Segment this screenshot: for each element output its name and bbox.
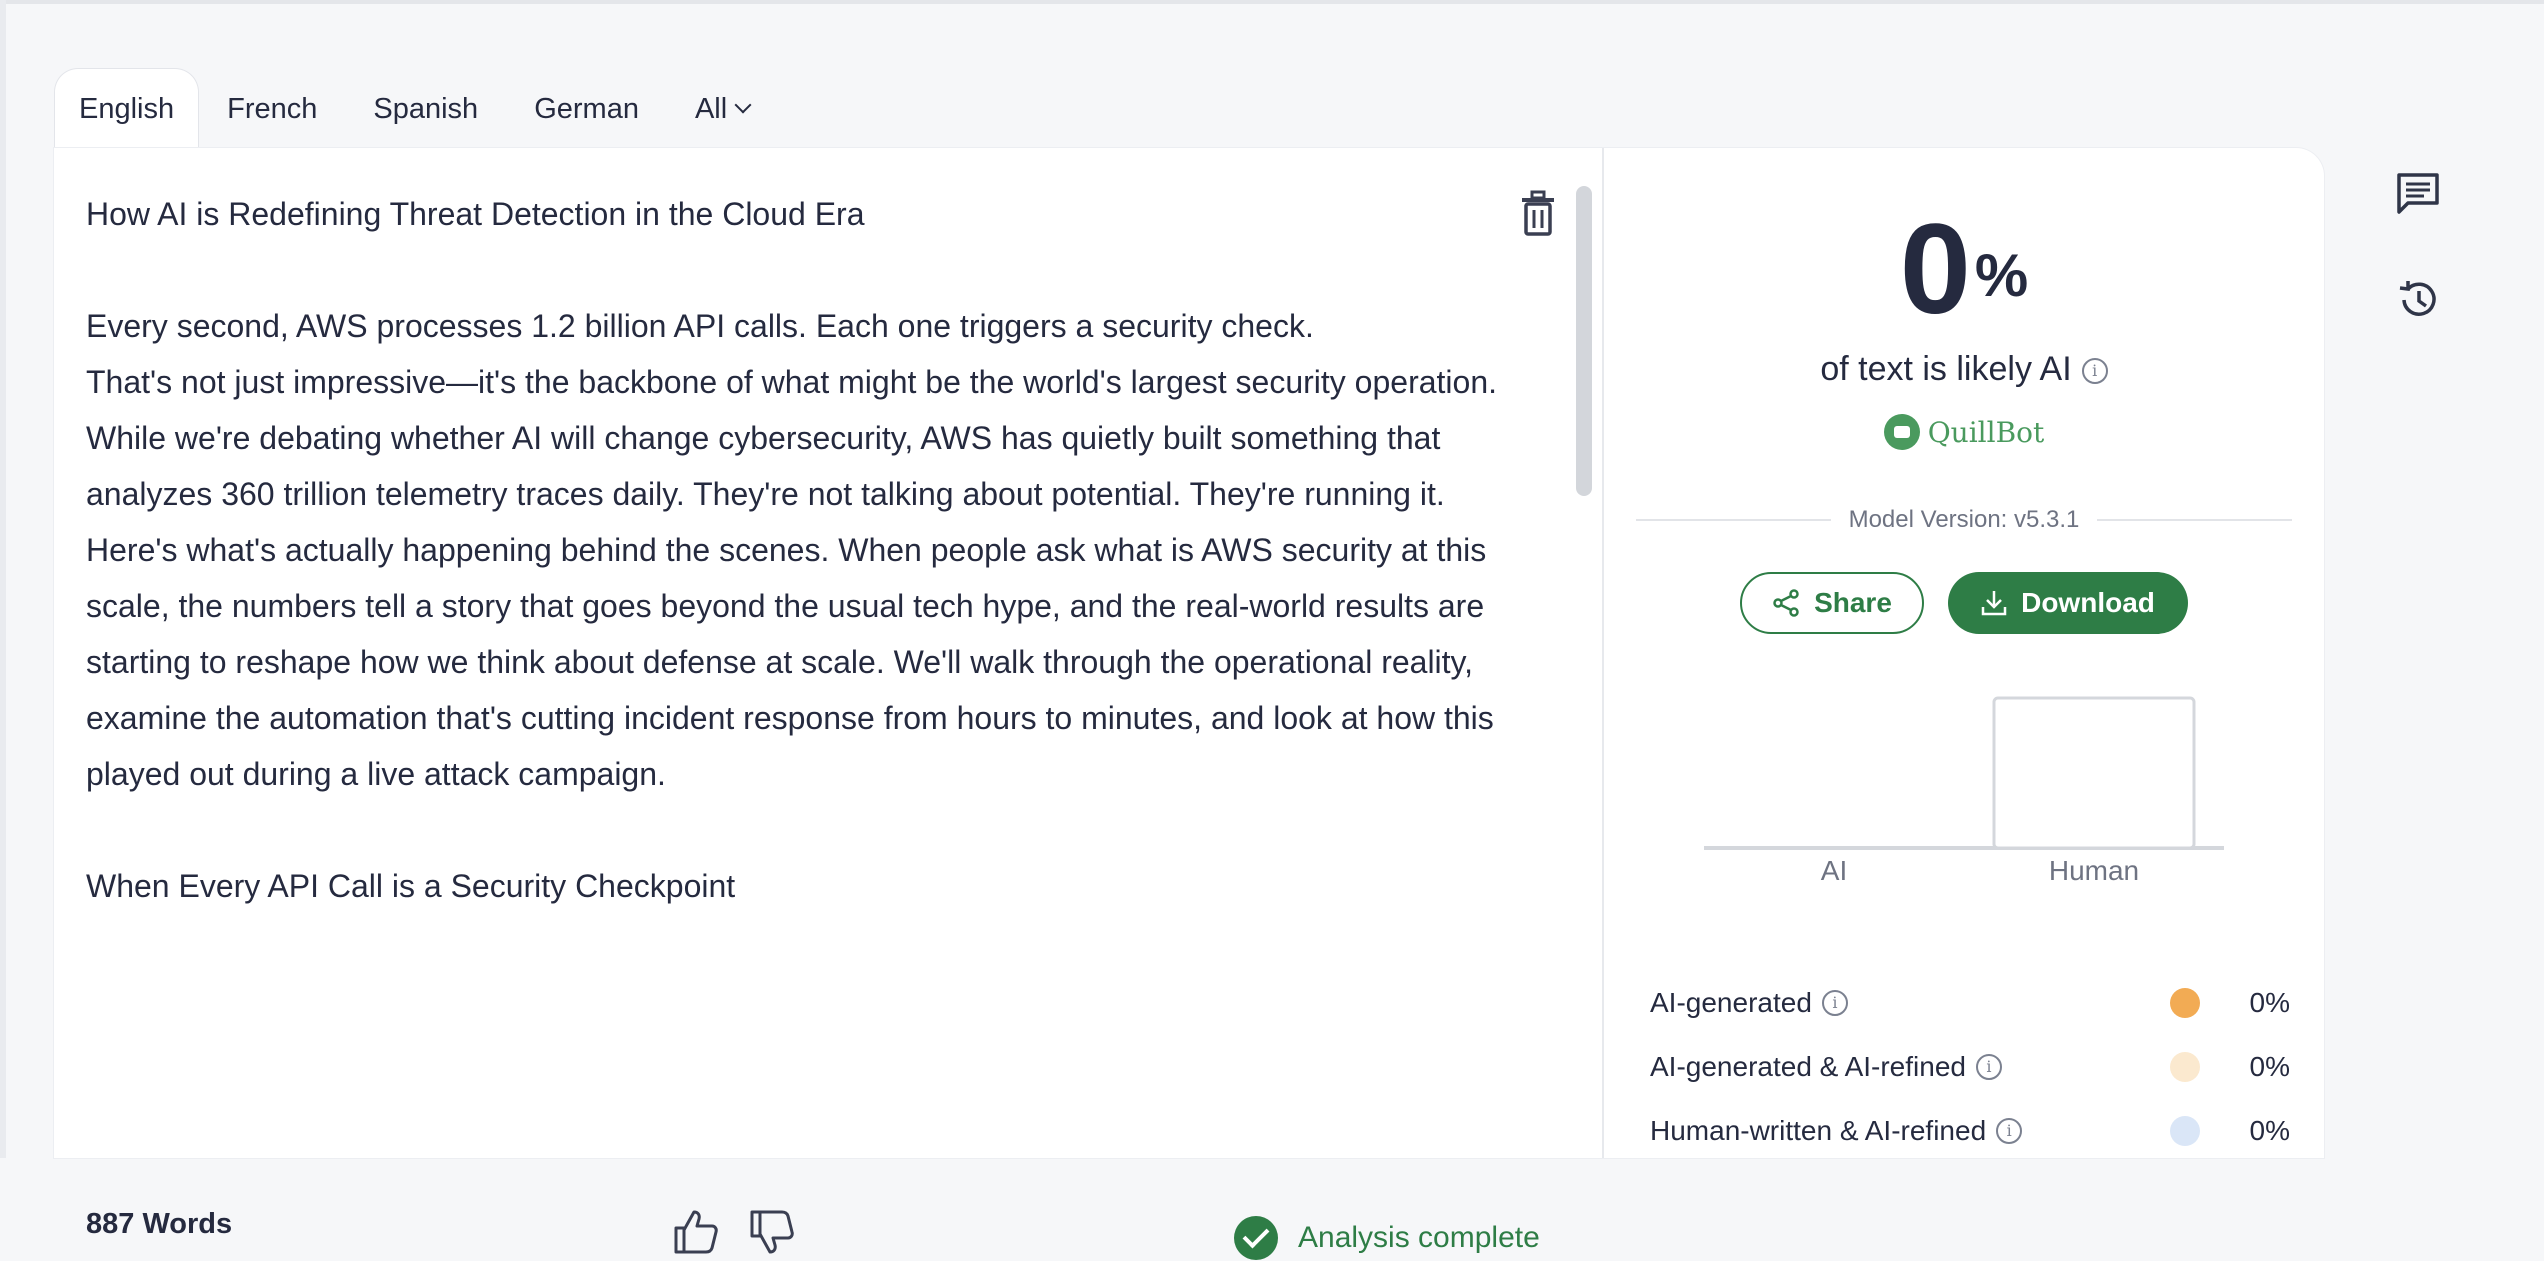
percent-value: 0 [1899, 198, 1971, 341]
info-icon[interactable]: i [1821, 990, 1848, 1016]
legend-label-wrap: AI-generated & AI-refined i [1650, 1051, 2170, 1083]
paragraph: How AI is Redefining Threat Detection in… [86, 196, 865, 232]
word-count: 887 Words [86, 1208, 233, 1240]
model-version: Model Version: v5.3.1 [1636, 506, 2292, 534]
legend-dot [2170, 988, 2200, 1018]
tab-all-dropdown[interactable]: All [667, 68, 777, 150]
legend-dot [2170, 1116, 2200, 1146]
share-icon [1773, 589, 1799, 617]
paragraph: Here's what's actually happening behind … [86, 532, 1494, 792]
legend-value: 0% [2249, 1115, 2290, 1146]
bar-human [1992, 696, 2196, 850]
paragraph: Every second, AWS processes 1.2 billion … [86, 308, 1314, 344]
analysis-status: Analysis complete [1234, 1216, 1540, 1260]
result-subtitle: of text is likely AI i [1604, 350, 2324, 389]
legend-dot [2170, 1052, 2200, 1082]
comment-icon[interactable] [2396, 172, 2440, 221]
trash-icon[interactable] [1516, 190, 1560, 238]
tab-label: English [79, 93, 175, 125]
share-button[interactable]: Share [1740, 572, 1924, 634]
ai-percentage: 0% [1604, 206, 2324, 334]
legend-label: Human-written & AI-refined [1650, 1115, 1987, 1146]
model-version-text: Model Version: v5.3.1 [1848, 506, 2080, 533]
tab-spanish[interactable]: Spanish [345, 68, 506, 150]
tab-label: All [694, 92, 728, 125]
info-icon[interactable]: i [1975, 1054, 2002, 1080]
percent-sign: % [1974, 242, 2029, 309]
paragraph: That's not just impressive—it's the back… [86, 364, 1497, 512]
thumbs-down-icon[interactable] [748, 1208, 796, 1256]
download-label: Download [2021, 587, 2155, 618]
info-icon[interactable]: i [2081, 358, 2108, 385]
detector-card: How AI is Redefining Threat Detection in… [54, 148, 2324, 1260]
legend-label-wrap: Human-written & AI-refined i [1650, 1115, 2170, 1147]
divider-line [1636, 519, 1831, 521]
results-pane: 0% of text is likely AI i QuillBot Model … [1604, 148, 2324, 1158]
editor-scrollbar[interactable] [1576, 186, 1592, 496]
tab-french[interactable]: French [199, 68, 345, 150]
quillbot-bot-icon [1883, 414, 1920, 450]
tick-label-human: Human [2049, 855, 2139, 886]
tick-label-ai: AI [1821, 855, 1847, 886]
check-circle-icon [1234, 1216, 1278, 1260]
chevron-down-icon [734, 96, 752, 114]
tab-german[interactable]: German [506, 68, 667, 150]
legend-label-wrap: AI-generated i [1650, 987, 2170, 1019]
top-border [0, 0, 2544, 4]
thumbs-up-icon[interactable] [672, 1208, 720, 1256]
history-icon[interactable] [2396, 278, 2440, 327]
legend-label: AI-generated [1650, 987, 1812, 1018]
subtitle-text: of text is likely AI [1820, 350, 2072, 388]
legend-ai-generated-ai-refined: AI-generated & AI-refined i 0% [1650, 1042, 2290, 1092]
share-label: Share [1814, 587, 1892, 618]
legend-ai-generated: AI-generated i 0% [1650, 978, 2290, 1028]
quillbot-logo: QuillBot [1604, 414, 2324, 450]
legend-human-written-ai-refined: Human-written & AI-refined i 0% [1650, 1106, 2290, 1156]
legend-label: AI-generated & AI-refined [1650, 1051, 1966, 1082]
ai-human-bar-chart: AI Human [1704, 696, 2224, 886]
left-border [0, 0, 6, 1158]
info-icon[interactable]: i [1996, 1118, 2023, 1144]
legend-value: 0% [2249, 1051, 2290, 1082]
status-text: Analysis complete [1298, 1221, 1540, 1254]
tab-label: German [534, 92, 639, 125]
download-icon [1981, 591, 2007, 616]
tab-label: French [227, 92, 318, 125]
paragraph: When Every API Call is a Security Checkp… [86, 868, 736, 904]
tab-english[interactable]: English [54, 68, 200, 150]
download-button[interactable]: Download [1948, 572, 2188, 634]
tab-label: Spanish [373, 92, 479, 125]
brand-name: QuillBot [1927, 415, 2045, 449]
editor-content[interactable]: How AI is Redefining Threat Detection in… [86, 186, 1546, 914]
divider-line [2097, 519, 2292, 521]
language-tabs: English French Spanish German All [54, 68, 777, 150]
legend-value: 0% [2249, 987, 2290, 1018]
text-editor[interactable]: How AI is Redefining Threat Detection in… [54, 148, 1602, 1260]
